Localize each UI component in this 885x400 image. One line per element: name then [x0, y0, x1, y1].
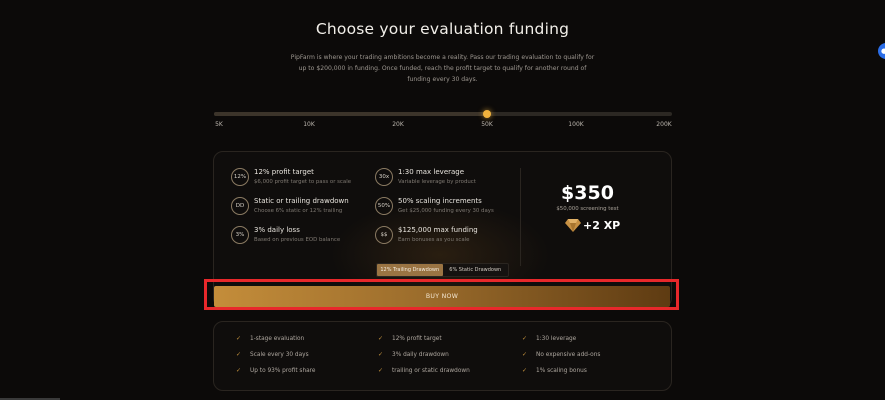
include-label: 3% daily drawdown — [392, 352, 449, 358]
include-label: No expensive add-ons — [536, 352, 601, 358]
buy-button-highlight — [204, 279, 679, 310]
include-item: ✓ trailing or static drawdown — [378, 367, 470, 374]
widget-icon: ● — [881, 47, 885, 55]
toggle-static-drawdown[interactable]: 6% Static Drawdown — [443, 264, 509, 276]
feature-desc: Variable leverage by product — [398, 179, 476, 185]
slider-tick-50k[interactable]: 50K — [481, 121, 493, 128]
page-subtitle: PipFarm is where your trading ambitions … — [290, 54, 595, 83]
include-item: ✓ 1:30 leverage — [522, 335, 576, 342]
funding-slider-track[interactable] — [214, 112, 672, 116]
slider-tick-200k[interactable]: 200K — [656, 121, 671, 128]
check-icon: ✓ — [378, 367, 384, 374]
slider-tick-5k[interactable]: 5K — [215, 121, 223, 128]
daily-loss-badge-icon: 3% — [231, 226, 249, 244]
feature-desc: $6,000 profit target to pass or scale — [254, 179, 352, 185]
side-widget-button[interactable]: ● — [878, 43, 885, 59]
check-icon: ✓ — [378, 335, 384, 342]
feature-title: 12% profit target — [254, 168, 314, 176]
check-icon: ✓ — [236, 335, 242, 342]
check-icon: ✓ — [378, 351, 384, 358]
include-item: ✓ No expensive add-ons — [522, 351, 600, 358]
feature-title: 3% daily loss — [254, 226, 300, 234]
funding-slider-thumb[interactable] — [483, 110, 491, 118]
feature-title: Static or trailing drawdown — [254, 197, 349, 205]
drawdown-toggle: 12% Trailing Drawdown 6% Static Drawdown — [376, 263, 509, 277]
feature-title: $125,000 max funding — [398, 226, 478, 234]
include-label: 1:30 leverage — [536, 336, 577, 342]
include-item: ✓ 1% scaling bonus — [522, 367, 587, 374]
feature-desc: Choose 6% static or 12% trailing — [254, 208, 343, 214]
toggle-trailing-drawdown[interactable]: 12% Trailing Drawdown — [377, 264, 443, 276]
slider-tick-20k[interactable]: 20K — [392, 121, 404, 128]
feature-desc: Earn bonuses as you scale — [398, 237, 470, 243]
feature-desc: Based on previous EOD balance — [254, 237, 341, 243]
feature-desc: Get $25,000 funding every 30 days — [398, 208, 494, 214]
feature-title: 50% scaling increments — [398, 197, 482, 205]
max-funding-badge-icon: $$ — [375, 226, 393, 244]
feature-title: 1:30 max leverage — [398, 168, 465, 176]
scaling-badge-icon: 50% — [375, 197, 393, 215]
include-item: ✓ 12% profit target — [378, 335, 442, 342]
check-icon: ✓ — [522, 367, 528, 374]
slider-tick-100k[interactable]: 100K — [568, 121, 583, 128]
check-icon: ✓ — [236, 351, 242, 358]
profit-target-badge-icon: 12% — [231, 168, 249, 186]
slider-tick-10k[interactable]: 10K — [303, 121, 315, 128]
include-item: ✓ 1-stage evaluation — [236, 335, 304, 342]
xp-value: +2 XP — [583, 218, 621, 232]
include-label: trailing or static drawdown — [392, 368, 470, 374]
include-item: ✓ Scale every 30 days — [236, 351, 309, 358]
include-label: Up to 93% profit share — [250, 368, 316, 374]
include-label: 1-stage evaluation — [250, 336, 305, 342]
funding-slider-fill — [214, 112, 487, 116]
card-divider — [520, 168, 521, 266]
xp-reward: +2 XP — [565, 216, 620, 234]
include-label: 1% scaling bonus — [536, 368, 587, 374]
page-title: Choose your evaluation funding — [315, 20, 570, 38]
leverage-badge-icon: 30x — [375, 168, 393, 186]
include-label: 12% profit target — [392, 336, 442, 342]
include-label: Scale every 30 days — [250, 352, 309, 358]
check-icon: ✓ — [522, 351, 528, 358]
include-item: ✓ 3% daily drawdown — [378, 351, 449, 358]
drawdown-badge-icon: DD — [231, 197, 249, 215]
check-icon: ✓ — [522, 335, 528, 342]
price-subtitle: $50,000 screening test — [556, 206, 619, 212]
include-item: ✓ Up to 93% profit share — [236, 367, 316, 374]
price-value: $350 — [561, 182, 614, 204]
check-icon: ✓ — [236, 367, 242, 374]
diamond-icon — [565, 219, 581, 232]
